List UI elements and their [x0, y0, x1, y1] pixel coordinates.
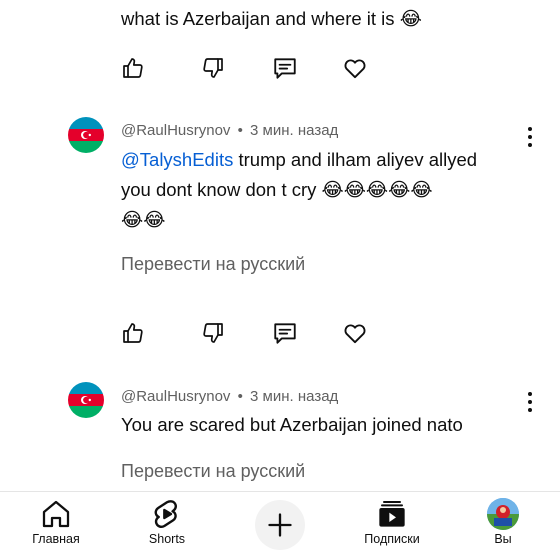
- heart-button[interactable]: [340, 53, 370, 83]
- reply-icon: [274, 58, 296, 79]
- comment-meta: @RaulHusrynov • 3 мин. назад: [121, 122, 338, 139]
- more-options-button[interactable]: [526, 391, 534, 413]
- more-vert-icon: [528, 392, 532, 412]
- nav-you-label: Вы: [494, 532, 512, 546]
- comment-line: @TalyshEdits trump and ilham aliyev ally…: [121, 145, 521, 175]
- azerbaijan-flag-icon: [68, 117, 104, 153]
- laughing-emoji: 😂😂😂😂😂: [321, 179, 433, 201]
- comment-body: trump and ilham aliyev allyed: [233, 149, 478, 170]
- heart-icon: [344, 324, 366, 344]
- home-icon: [42, 500, 70, 528]
- more-options-button[interactable]: [526, 126, 534, 148]
- nav-home-label: Главная: [32, 532, 80, 546]
- dislike-button[interactable]: [198, 318, 228, 348]
- nav-subscriptions[interactable]: Подписки: [352, 498, 432, 546]
- azerbaijan-flag-icon: [68, 382, 104, 418]
- separator-dot: •: [237, 122, 243, 139]
- thumbs-down-icon: [203, 58, 223, 78]
- profile-picture-icon: [487, 498, 519, 530]
- more-vert-icon: [528, 127, 532, 147]
- author-handle[interactable]: @RaulHusrynov: [121, 122, 230, 139]
- create-button[interactable]: [240, 500, 320, 550]
- comment-text: what is Azerbaijan and where it is 😂: [121, 4, 422, 34]
- comment-text: @TalyshEdits trump and ilham aliyev ally…: [121, 145, 521, 235]
- like-button[interactable]: [118, 318, 148, 348]
- comment-text: You are scared but Azerbaijan joined nat…: [121, 414, 463, 435]
- comment-meta: @RaulHusrynov • 3 мин. назад: [121, 388, 338, 405]
- thumbs-up-icon: [123, 58, 143, 78]
- shorts-icon: [154, 500, 177, 528]
- laughing-emoji: 😂😂: [121, 209, 166, 231]
- reply-button[interactable]: [270, 318, 300, 348]
- timestamp: 3 мин. назад: [250, 122, 339, 139]
- nav-shorts-label: Shorts: [148, 532, 186, 546]
- thumbs-down-icon: [203, 323, 223, 343]
- nav-shorts[interactable]: Shorts: [127, 498, 207, 546]
- nav-you[interactable]: Вы: [463, 498, 543, 546]
- laughing-emoji: 😂: [399, 8, 422, 30]
- comment-line: you dont know don t cry 😂😂😂😂😂: [121, 175, 521, 205]
- thumbs-up-icon: [123, 323, 143, 343]
- bottom-navigation-bar: Главная Shorts Подписки Вы: [0, 491, 560, 560]
- avatar[interactable]: [68, 117, 104, 153]
- dislike-button[interactable]: [198, 53, 228, 83]
- comment-body: what is Azerbaijan and where it is: [121, 8, 395, 29]
- subscriptions-icon: [379, 501, 405, 527]
- heart-button[interactable]: [340, 318, 370, 348]
- comment-body: you dont know don t cry: [121, 179, 317, 200]
- comment-line: 😂😂: [121, 205, 521, 235]
- nav-subscriptions-label: Подписки: [364, 532, 420, 546]
- mention-link[interactable]: @TalyshEdits: [121, 149, 233, 170]
- nav-home[interactable]: Главная: [16, 498, 96, 546]
- reply-button[interactable]: [270, 53, 300, 83]
- comment-actions: [118, 318, 378, 348]
- comment-actions: [118, 53, 378, 83]
- profile-avatar: [487, 498, 519, 530]
- reply-icon: [274, 323, 296, 344]
- translate-link[interactable]: Перевести на русский: [121, 254, 305, 275]
- avatar[interactable]: [68, 382, 104, 418]
- timestamp: 3 мин. назад: [250, 388, 339, 405]
- like-button[interactable]: [118, 53, 148, 83]
- heart-icon: [344, 59, 366, 79]
- plus-icon: [268, 513, 292, 537]
- separator-dot: •: [237, 388, 243, 405]
- author-handle[interactable]: @RaulHusrynov: [121, 388, 230, 405]
- translate-link[interactable]: Перевести на русский: [121, 461, 305, 482]
